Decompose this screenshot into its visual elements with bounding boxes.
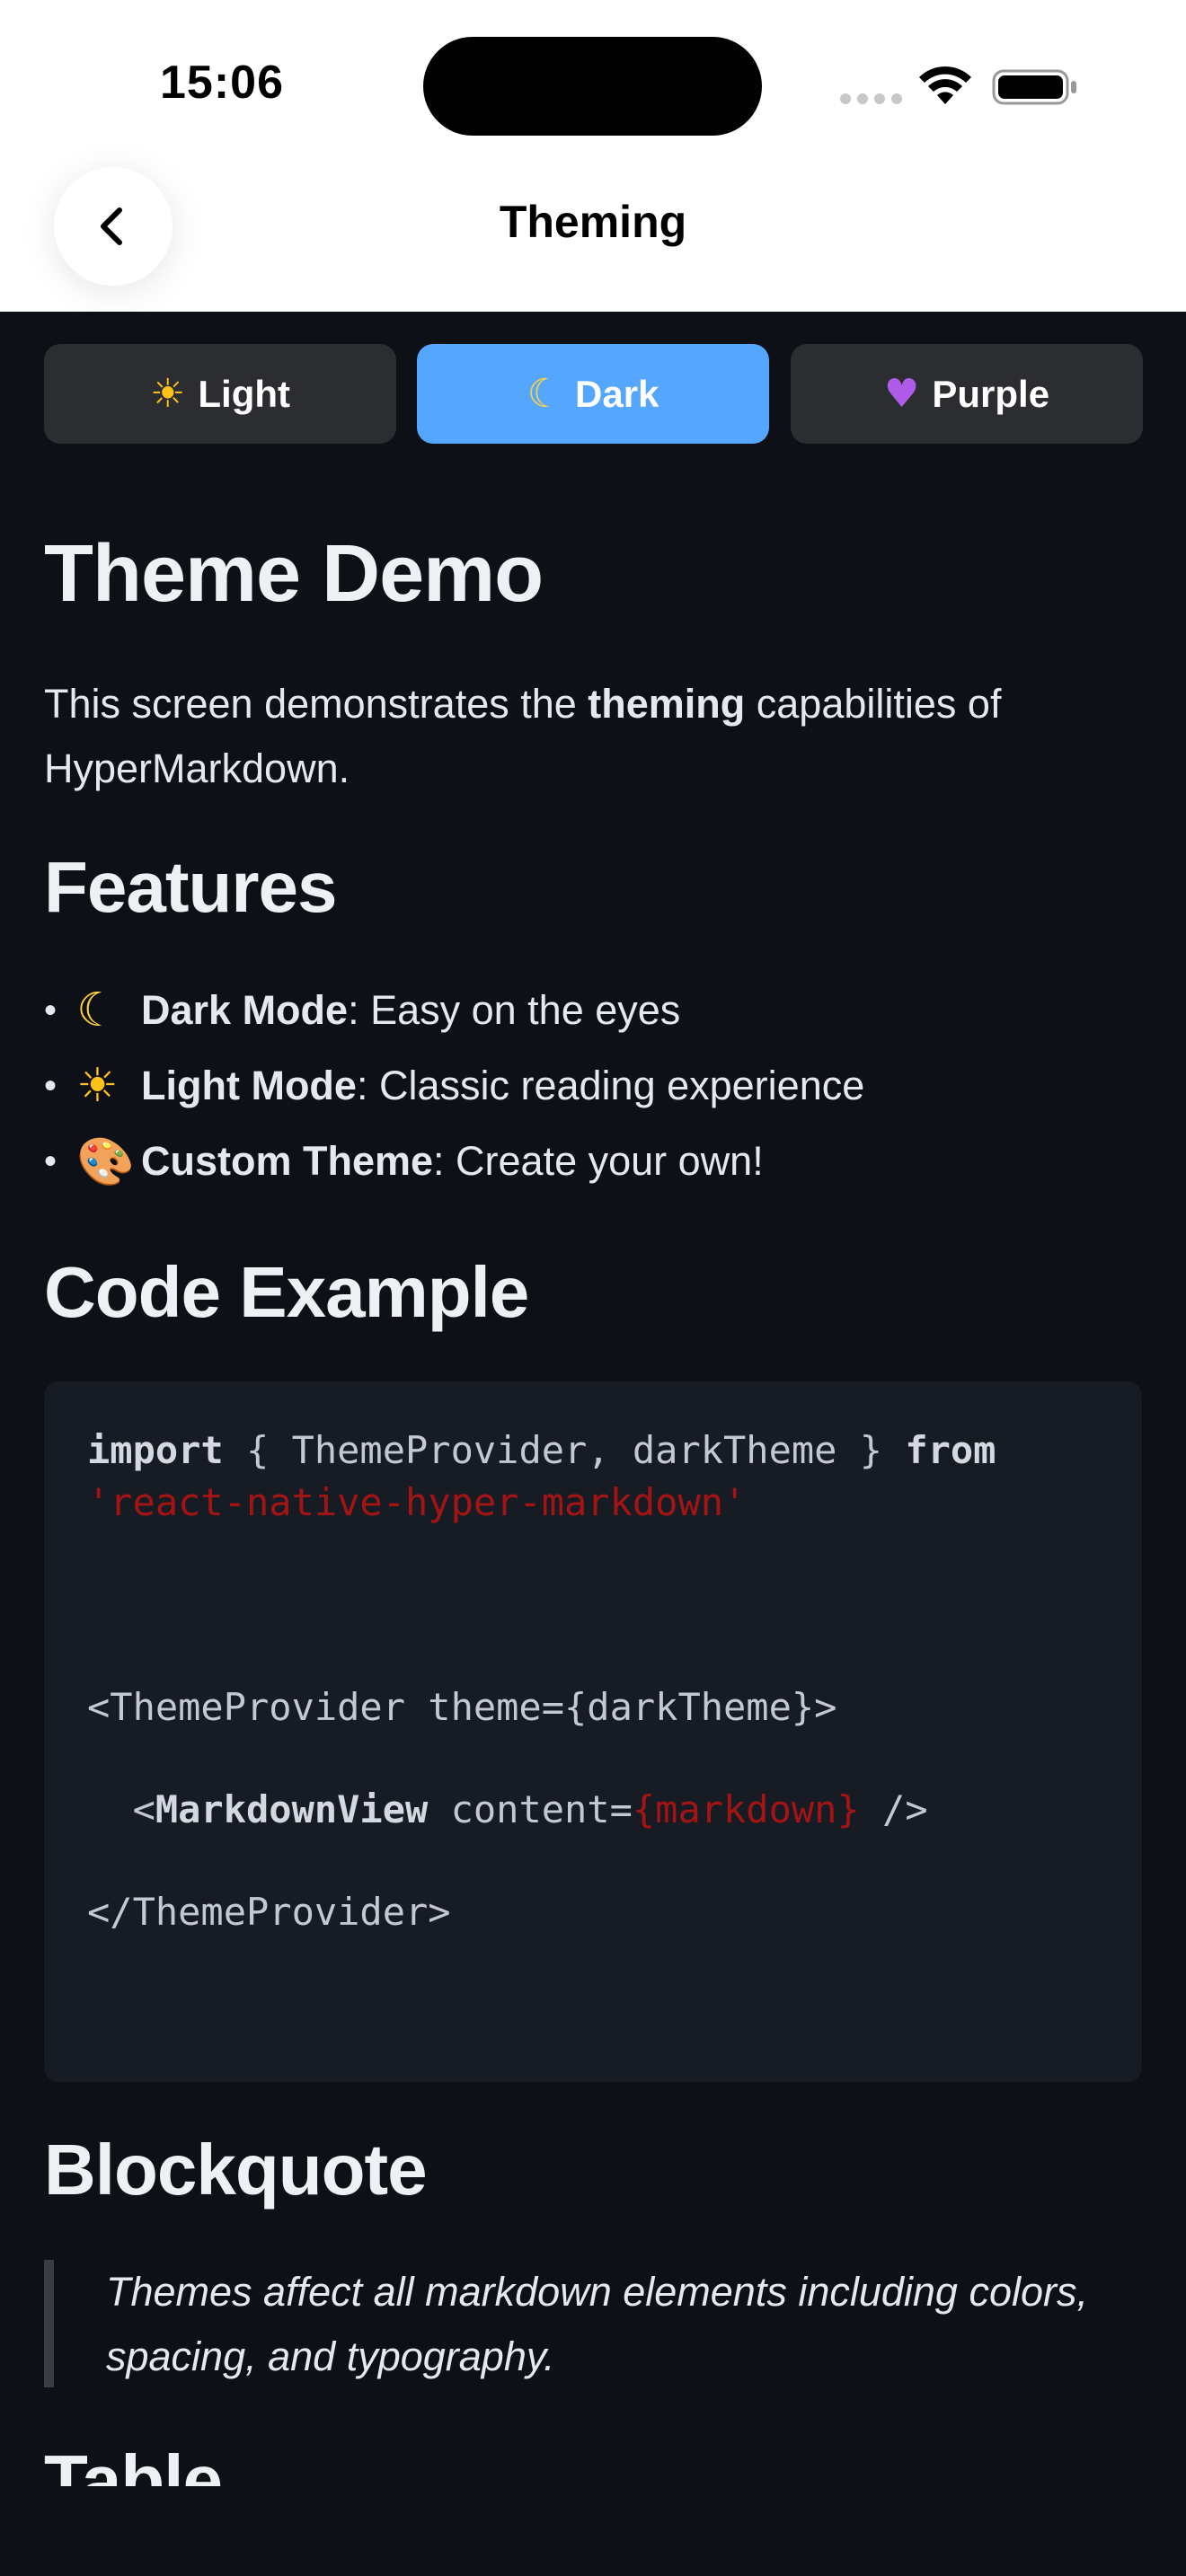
code-keyword: from [905,1428,996,1472]
feature-label: Dark Mode [141,987,349,1033]
code-line: <ThemeProvider theme={darkTheme}> [87,1685,837,1729]
tab-light[interactable]: ☀ Light [44,344,396,444]
palette-icon: 🎨 [76,1134,135,1189]
battery-icon [992,69,1076,105]
intro-text: This screen demonstrates the [44,681,589,727]
feature-text: : Classic reading experience [356,1063,865,1108]
code-line: import { ThemeProvider, darkTheme } from [87,1428,996,1472]
list-item: • ☀ Light Mode : Classic reading experie… [44,1054,864,1117]
feature-text: : Easy on the eyes [348,987,681,1033]
tab-purple[interactable]: ♥ Purple [791,344,1143,444]
dynamic-island [423,37,762,136]
feature-text: : Create your own! [433,1138,764,1184]
heading-features: Features [44,847,337,927]
feature-label: Light Mode [141,1063,357,1108]
sun-icon: ☀ [76,1059,119,1113]
code-line: </ThemeProvider> [87,1890,451,1934]
heading-code-example: Code Example [44,1252,529,1332]
list-item: • ☾ Dark Mode : Easy on the eyes [44,979,680,1042]
cellular-signal-icon [840,93,902,104]
feature-label: Custom Theme [141,1138,434,1184]
code-keyword: import [87,1428,224,1472]
intro-bold: theming [588,681,746,727]
wifi-icon [919,66,971,104]
tab-label: Dark [575,372,659,415]
heading-theme-demo: Theme Demo [44,529,544,619]
tab-label: Purple [932,372,1050,415]
code-line: <MarkdownView content={markdown} /> [87,1787,928,1831]
moon-icon: ☾ [76,984,119,1037]
code-expression: {markdown} [632,1787,860,1831]
heading-table: Table [44,2440,223,2486]
code-string: 'react-native-hyper-markdown' [87,1480,747,1524]
table-heading-clip: Table [44,2436,583,2486]
code-text: { ThemeProvider, darkTheme } [223,1428,906,1472]
tab-label: Light [198,372,291,415]
code-text: /> [859,1787,928,1831]
tab-dark[interactable]: ☾ Dark [417,344,769,444]
bullet: • [44,1065,58,1106]
code-text: content= [428,1787,633,1831]
blockquote: Themes affect all markdown elements incl… [44,2260,1142,2387]
moon-icon: ☾ [527,370,563,417]
status-time: 15:06 [160,57,284,109]
code-block: import { ThemeProvider, darkTheme } from… [44,1381,1142,2082]
blockquote-text: Themes affect all markdown elements incl… [106,2269,1088,2379]
code-text: < [87,1787,155,1831]
sun-icon: ☀ [149,370,186,417]
page-title: Theming [499,197,687,247]
header: 15:06 Theming [0,0,1186,312]
list-item: • 🎨 Custom Theme : Create your own! [44,1130,764,1193]
bullet: • [44,1141,58,1181]
bullet: • [44,990,58,1030]
purple-heart-icon: ♥ [883,370,920,417]
heading-blockquote: Blockquote [44,2130,428,2210]
intro-paragraph: This screen demonstrates the theming cap… [44,672,1142,801]
code-tag: MarkdownView [155,1787,429,1831]
